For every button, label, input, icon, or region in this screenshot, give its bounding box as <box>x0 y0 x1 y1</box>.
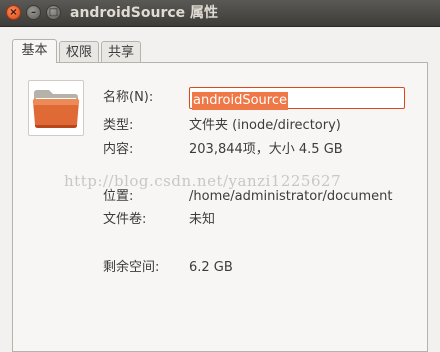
location-label: 位置: <box>103 189 134 204</box>
tab-permissions[interactable]: 权限 <box>59 41 99 63</box>
type-value: 文件夹 (inode/directory) <box>189 118 341 133</box>
volume-value: 未知 <box>189 212 216 227</box>
name-field-value[interactable]: androidSource <box>192 92 288 110</box>
maximize-icon: □ <box>48 6 59 18</box>
free-space-value: 6.2 GB <box>189 260 233 275</box>
close-icon: × <box>9 6 18 18</box>
folder-icon <box>33 90 79 128</box>
window-title: androidSource 属性 <box>70 5 219 21</box>
location-value: /home/administrator/document <box>189 189 393 204</box>
window-titlebar[interactable]: × – □ androidSource 属性 <box>0 0 440 27</box>
folder-icon-button[interactable] <box>28 80 84 136</box>
tab-share[interactable]: 共享 <box>101 41 141 63</box>
close-button[interactable]: × <box>6 5 21 20</box>
free-space-label: 剩余空间: <box>103 260 160 275</box>
minimize-button[interactable]: – <box>26 5 41 20</box>
contents-value: 203,844项，大小 4.5 GB <box>189 142 343 157</box>
type-label: 类型: <box>103 118 134 133</box>
minimize-icon: – <box>31 6 36 18</box>
volume-label: 文件卷: <box>103 212 147 227</box>
name-field[interactable]: androidSource <box>189 87 405 110</box>
contents-label: 内容: <box>103 142 134 157</box>
tab-basic[interactable]: 基本 <box>12 39 57 63</box>
name-label: 名称(N): <box>103 90 154 105</box>
maximize-button[interactable]: □ <box>46 5 61 20</box>
